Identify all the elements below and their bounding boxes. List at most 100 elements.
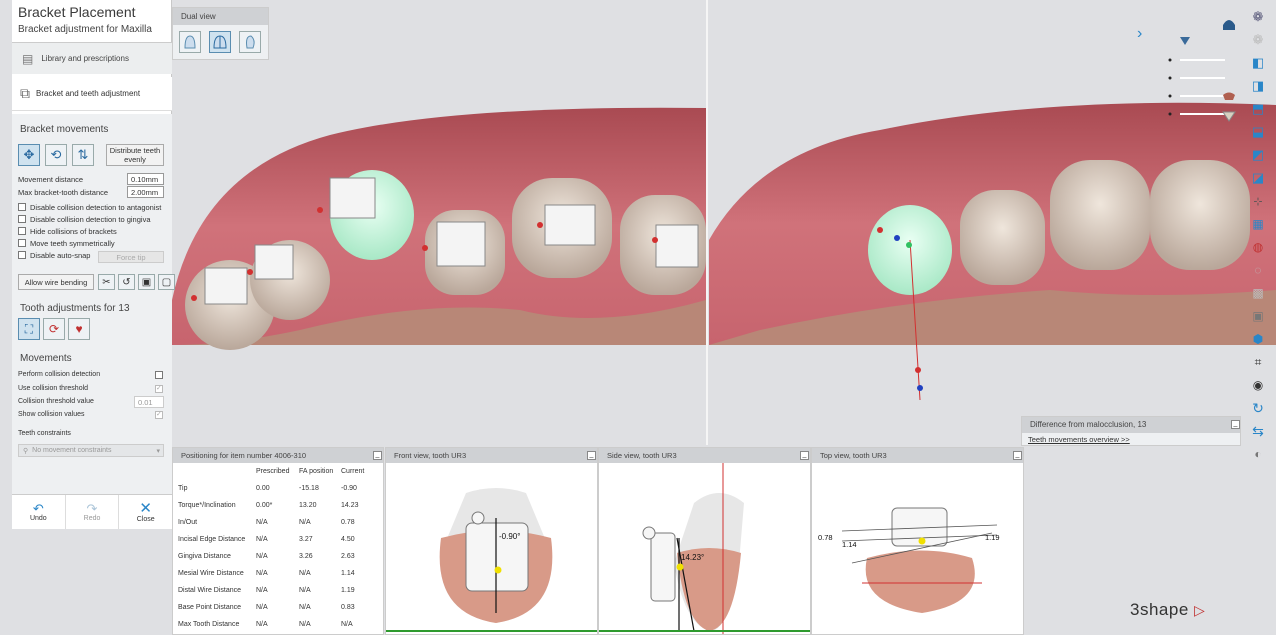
view-bottom-icon[interactable]: ⬓ xyxy=(1249,123,1267,141)
view-side-button[interactable] xyxy=(239,31,261,53)
axis-icon[interactable]: ⊹ xyxy=(1249,192,1267,210)
show-values-checkbox[interactable] xyxy=(155,411,163,419)
side-view-render[interactable]: 14.23° xyxy=(599,463,811,635)
wire-unlock-button[interactable]: ▢ xyxy=(158,274,175,290)
wire-tools: ✂ ↺ ▣ ▢ xyxy=(98,274,175,290)
bracket-icon: ⧉ xyxy=(20,85,30,101)
refresh-icon[interactable]: ↻ xyxy=(1249,399,1267,417)
checkbox-label: Move teeth symmetrically xyxy=(30,238,115,248)
checkbox-label: Disable collision detection to antagonis… xyxy=(30,202,162,212)
table-cell: N/A xyxy=(256,587,268,594)
view-single-button[interactable] xyxy=(179,31,201,53)
dual-view-label: Dual view xyxy=(173,8,268,25)
checkbox-hide-collisions[interactable]: Hide collisions of brackets xyxy=(18,225,168,237)
checkbox-gingiva[interactable]: Disable collision detection to gingiva xyxy=(18,213,168,225)
crop-icon[interactable]: ⌗ xyxy=(1249,353,1267,371)
table-cell: Incisal Edge Distance xyxy=(178,536,246,543)
wire-cut-button[interactable]: ✂ xyxy=(98,274,115,290)
slider-track-set[interactable] xyxy=(1165,15,1240,135)
tilt-bracket-button[interactable]: ⇅ xyxy=(72,144,94,166)
allow-wire-bending-button[interactable]: Allow wire bending xyxy=(18,274,94,290)
bracket-view-icon[interactable]: ▣ xyxy=(1249,307,1267,325)
rotate-bracket-button[interactable]: ⟲ xyxy=(45,144,67,166)
table-cell: 14.23 xyxy=(341,502,359,509)
positioning-panel: Positioning for item number 4006-310 _ P… xyxy=(172,447,384,635)
distribute-teeth-button[interactable]: Distribute teeth evenly xyxy=(106,144,164,166)
checkbox-antagonist[interactable]: Disable collision detection to antagonis… xyxy=(18,201,168,213)
tooth-move-button[interactable]: ⛶ xyxy=(18,318,40,340)
reset-icon: ↺ xyxy=(122,276,131,288)
expand-panel-chevron-icon[interactable]: › xyxy=(1137,25,1142,43)
view-front-icon[interactable]: ◧ xyxy=(1249,54,1267,72)
checkbox-box[interactable] xyxy=(18,203,26,211)
max-gap-label: Max bracket-tooth distance xyxy=(18,188,109,197)
minimize-icon[interactable]: _ xyxy=(800,451,809,460)
movement-distance-field[interactable]: 0.10mm xyxy=(127,173,164,185)
constraints-select[interactable]: ⚲ No movement constraints ▾ xyxy=(18,444,164,457)
view-right-icon[interactable]: ◪ xyxy=(1249,169,1267,187)
checkbox-box[interactable] xyxy=(18,251,26,259)
threshold-value-field[interactable]: 0.01 xyxy=(134,396,164,408)
checkbox-symmetric[interactable]: Move teeth symmetrically xyxy=(18,237,168,249)
wire-reset-button[interactable]: ↺ xyxy=(118,274,135,290)
top-left-value: 0.78 xyxy=(818,533,833,542)
minimize-icon[interactable]: _ xyxy=(373,451,382,460)
view-top-icon[interactable]: ⬒ xyxy=(1249,100,1267,118)
wire-lock-button[interactable]: ▣ xyxy=(138,274,155,290)
front-view-render[interactable]: -0.90° xyxy=(386,463,598,635)
view-faded-icon[interactable]: ❁ xyxy=(1249,31,1267,49)
camera-icon[interactable]: ◉ xyxy=(1249,376,1267,394)
table-cell: 0.00* xyxy=(256,502,273,509)
movement-distance-label: Movement distance xyxy=(18,175,84,184)
side-view-title: Side view, tooth UR3 xyxy=(599,448,810,463)
table-cell: N/A xyxy=(299,604,311,611)
table-cell: Gingiva Distance xyxy=(178,553,231,560)
movements-overview-link[interactable]: Teeth movements overview >> xyxy=(1022,435,1240,444)
side-tooth-icon xyxy=(246,35,255,49)
force-tip-button[interactable]: Force tip xyxy=(98,251,164,263)
tooth-rotate-button[interactable]: ⟳ xyxy=(43,318,65,340)
checkbox-box[interactable] xyxy=(18,239,26,247)
checkbox-box[interactable] xyxy=(18,227,26,235)
table-row: Distal Wire Distance N/A N/A 1.19 xyxy=(178,582,381,599)
checkbox-box[interactable] xyxy=(18,215,26,223)
view-rotate-icon[interactable]: ❁ xyxy=(1249,8,1267,26)
column-header: Current xyxy=(341,468,365,475)
mesh-icon[interactable]: ◌ xyxy=(1249,261,1267,279)
close-button[interactable]: ✕ Close xyxy=(119,495,172,529)
use-threshold-checkbox[interactable] xyxy=(155,385,163,393)
max-gap-field[interactable]: 2.00mm xyxy=(127,186,164,198)
table-cell: 0.78 xyxy=(341,519,355,526)
sphere-icon[interactable]: ◐ xyxy=(1249,445,1267,463)
view-back-icon[interactable]: ◨ xyxy=(1249,77,1267,95)
checkbox-label: Disable collision detection to gingiva xyxy=(30,214,151,224)
redo-button[interactable]: ↷ Redo xyxy=(64,495,120,529)
sync-icon[interactable]: ⇆ xyxy=(1249,422,1267,440)
table-cell: N/A xyxy=(256,519,268,526)
tooth-icon xyxy=(184,35,196,49)
view-dual-button[interactable] xyxy=(209,31,231,53)
step-library[interactable]: ▤ Library and prescriptions xyxy=(12,42,172,74)
dual-view-toolbar: Dual view xyxy=(172,7,269,60)
table-cell: N/A xyxy=(299,570,311,577)
undo-button[interactable]: ↶ Undo xyxy=(12,495,65,529)
grid-icon[interactable]: ▩ xyxy=(1249,284,1267,302)
perform-collision-checkbox[interactable] xyxy=(155,371,163,379)
table-cell: 4.50 xyxy=(341,536,355,543)
tooth-small-icon xyxy=(1222,111,1236,122)
model-icon[interactable]: ⬢ xyxy=(1249,330,1267,348)
wire-icon[interactable]: ◍ xyxy=(1249,238,1267,256)
view-left-icon[interactable]: ◩ xyxy=(1249,146,1267,164)
tooth-rotate-icon: ⟳ xyxy=(48,322,60,336)
checkbox-label: Disable auto-snap xyxy=(30,250,91,260)
top-mid-value: 1.14 xyxy=(842,540,857,549)
minimize-icon[interactable]: _ xyxy=(587,451,596,460)
move-bracket-button[interactable]: ✥ xyxy=(18,144,40,166)
ruler-icon[interactable]: ▦ xyxy=(1249,215,1267,233)
minimize-icon[interactable]: _ xyxy=(1231,420,1240,429)
top-view-render[interactable]: 0.78 1.14 1.19 xyxy=(812,463,1024,635)
step-bracket-adjustment[interactable]: ⧉ Bracket and teeth adjustment xyxy=(12,77,172,111)
tooth-shape-button[interactable]: ♥ xyxy=(68,318,90,340)
minimize-icon[interactable]: _ xyxy=(1013,451,1022,460)
brand-logo: 3shape ▷ xyxy=(1130,600,1205,620)
